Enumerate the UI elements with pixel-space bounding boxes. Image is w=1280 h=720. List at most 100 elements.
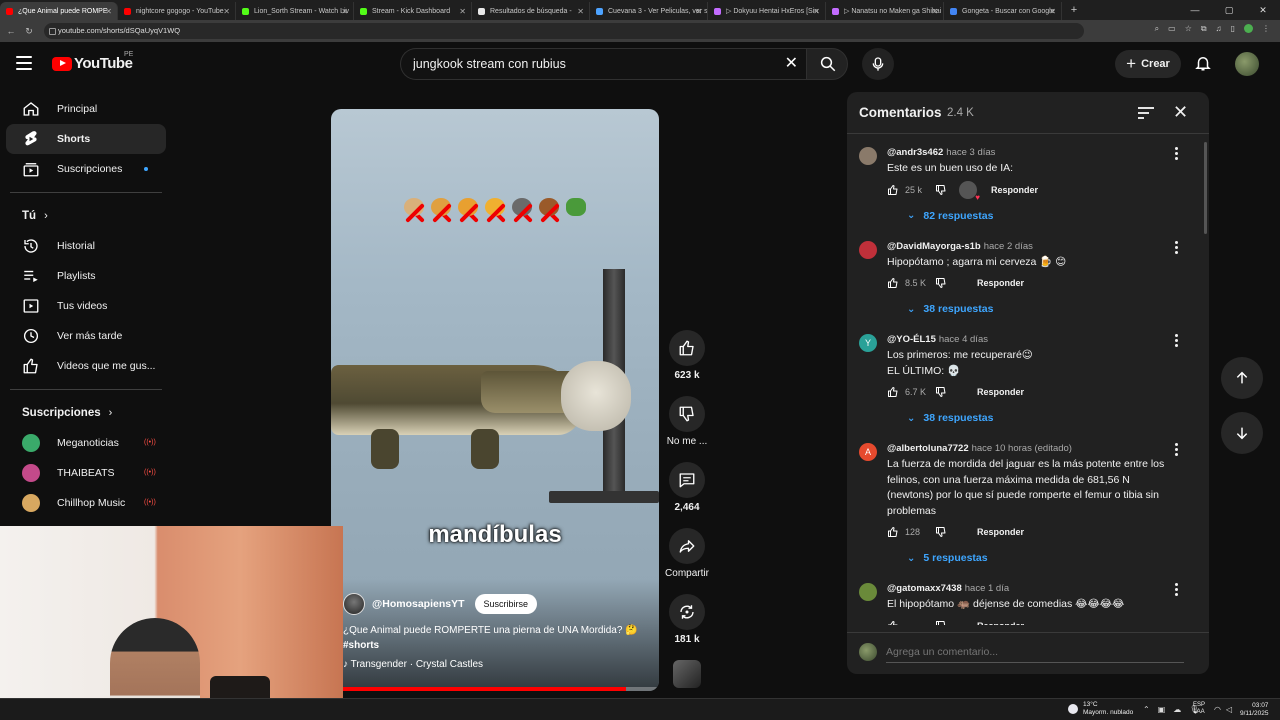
browser-tab[interactable]: Gongeta - Buscar con Google ✕ xyxy=(944,2,1062,20)
thumbs-down-icon[interactable] xyxy=(935,386,947,398)
cast-icon[interactable]: ▭ xyxy=(1168,24,1176,34)
sidebar-item-suscripciones[interactable]: Suscripciones xyxy=(6,154,166,184)
video-progress-bar[interactable] xyxy=(331,687,659,691)
close-window-button[interactable]: ✕ xyxy=(1246,0,1280,20)
comment-username[interactable]: @albertoluna7722 xyxy=(887,443,969,454)
shorts-video-player[interactable]: mandíbulas @HomosapiensYT Suscribirse ¿Q… xyxy=(331,109,659,691)
voice-search-button[interactable] xyxy=(862,48,894,80)
channel-name[interactable]: @HomosapiensYT xyxy=(372,598,465,610)
next-short-button[interactable] xyxy=(1221,412,1263,454)
video-title[interactable]: ¿Que Animal puede ROMPERTE una pierna de… xyxy=(343,623,648,653)
new-tab-button[interactable]: + xyxy=(1066,4,1082,16)
reply-button[interactable]: Responder xyxy=(977,527,1024,537)
view-replies-button[interactable]: ⌄ 5 respuestas xyxy=(887,545,1209,571)
thumbs-down-icon[interactable] xyxy=(935,277,947,289)
tab-close-icon[interactable]: ✕ xyxy=(459,7,466,16)
video-hashtag[interactable]: #shorts xyxy=(343,640,379,651)
thumbs-up-icon[interactable] xyxy=(887,386,899,398)
browser-tab[interactable]: ¿Que Animal puede ROMPE ✕ xyxy=(0,2,118,20)
sidebar-item-shorts[interactable]: Shorts xyxy=(6,124,166,154)
reply-button[interactable]: Responder xyxy=(977,387,1024,397)
comment-username[interactable]: @andr3s462 xyxy=(887,147,943,158)
browser-tab[interactable]: ▷ Nanatsu no Maken ga Shihai ✕ xyxy=(826,2,944,20)
sidebar-item-playlist[interactable]: Playlists xyxy=(6,261,166,291)
view-replies-button[interactable]: ⌄ 38 respuestas xyxy=(887,296,1209,322)
tab-close-icon[interactable]: ✕ xyxy=(223,7,230,16)
reload-icon[interactable]: ↻ xyxy=(22,26,36,37)
browser-tab[interactable]: Cuevana 3 - Ver Peliculas, ver s ✕ xyxy=(590,2,708,20)
notifications-bell-icon[interactable] xyxy=(1194,54,1212,72)
tab-close-icon[interactable]: ✕ xyxy=(577,7,584,16)
commenter-avatar[interactable]: Y xyxy=(859,334,877,352)
share-button[interactable] xyxy=(669,528,705,564)
comment-time[interactable]: hace 2 días xyxy=(984,241,1033,252)
remix-button[interactable] xyxy=(669,594,705,630)
like-button[interactable] xyxy=(669,330,705,366)
reply-button[interactable]: Responder xyxy=(977,621,1024,626)
extensions-icon[interactable]: ⧉ xyxy=(1201,24,1207,34)
maximize-button[interactable]: ▢ xyxy=(1212,0,1246,20)
comment-time[interactable]: hace 1 día xyxy=(965,583,1009,594)
profile-icon[interactable] xyxy=(1244,24,1253,33)
comment-more-icon[interactable] xyxy=(1171,443,1181,458)
comment-username[interactable]: @YO-ÉL15 xyxy=(887,334,936,345)
comment-time[interactable]: hace 3 días xyxy=(946,147,995,158)
sidebar-you-heading[interactable]: Tú › xyxy=(6,201,166,231)
close-comments-icon[interactable]: ✕ xyxy=(1173,102,1188,122)
comment-more-icon[interactable] xyxy=(1171,147,1181,162)
tray-chevron-icon[interactable]: ⌃ xyxy=(1143,705,1150,714)
menu-kebab-icon[interactable]: ⋮ xyxy=(1262,24,1270,34)
browser-tab[interactable]: nightcore gogogo - YouTube ✕ xyxy=(118,2,236,20)
sidebar-subscriptions-heading[interactable]: Suscripciones › xyxy=(6,398,166,428)
tab-close-icon[interactable]: ✕ xyxy=(695,7,702,16)
sidebar-item-principal[interactable]: Principal xyxy=(6,94,166,124)
sidebar-subscription-item[interactable]: Chillhop Music ((•)) xyxy=(6,488,166,518)
tray-app-icon[interactable]: ▣ xyxy=(1158,705,1166,714)
reply-button[interactable]: Responder xyxy=(991,185,1038,195)
browser-tab[interactable]: Resultados de búsqueda - ✕ xyxy=(472,2,590,20)
sidebar-subscription-item[interactable]: THAIBEATS ((•)) xyxy=(6,458,166,488)
sidebar-item-your-videos[interactable]: Tus videos xyxy=(6,291,166,321)
dislike-button[interactable] xyxy=(669,396,705,432)
commenter-avatar[interactable] xyxy=(859,240,877,259)
sidebar-subscription-item[interactable]: Meganoticias ((•)) xyxy=(6,428,166,458)
subscribe-button[interactable]: Suscribirse xyxy=(474,594,538,614)
sidebar-icon[interactable]: ▯ xyxy=(1231,24,1235,34)
comments-scrollbar[interactable] xyxy=(1204,142,1207,234)
thumbs-up-icon[interactable] xyxy=(887,277,899,289)
tab-close-icon[interactable]: ✕ xyxy=(105,7,112,16)
thumbs-up-icon[interactable] xyxy=(887,620,899,626)
volume-icon[interactable]: ◁ xyxy=(1226,705,1232,714)
youtube-logo[interactable]: YouTube PE xyxy=(52,51,133,72)
system-clock[interactable]: 03:07 9/11/2025 xyxy=(1240,702,1268,718)
thumbs-down-icon[interactable] xyxy=(935,526,947,538)
comment-time[interactable]: hace 10 horas (editado) xyxy=(972,443,1072,454)
sort-icon[interactable] xyxy=(1137,106,1155,120)
tab-close-icon[interactable]: ✕ xyxy=(341,7,348,16)
channel-avatar[interactable] xyxy=(343,593,365,615)
menu-icon[interactable] xyxy=(16,56,32,70)
comment-username[interactable]: @DavidMayorga-s1b xyxy=(887,241,981,252)
view-replies-button[interactable]: ⌄ 38 respuestas xyxy=(887,405,1209,431)
clear-search-icon[interactable]: ✕ xyxy=(785,55,798,73)
comments-button[interactable] xyxy=(669,462,705,498)
sidebar-item-watch-later[interactable]: Ver más tarde xyxy=(6,321,166,351)
search-input[interactable] xyxy=(401,49,761,79)
wifi-icon[interactable]: ◠ xyxy=(1214,705,1221,714)
tray-cloud-icon[interactable]: ☁ xyxy=(1173,705,1181,714)
minimize-button[interactable]: — xyxy=(1178,0,1212,20)
comment-username[interactable]: @gatomaxx7438 xyxy=(887,583,962,594)
search-button[interactable] xyxy=(806,48,848,80)
thumbs-up-icon[interactable] xyxy=(887,526,899,538)
view-replies-button[interactable]: ⌄ 82 respuestas xyxy=(887,203,1209,229)
comment-more-icon[interactable] xyxy=(1171,240,1181,256)
tab-close-icon[interactable]: ✕ xyxy=(931,7,938,16)
comment-time[interactable]: hace 4 días xyxy=(939,334,988,345)
comment-more-icon[interactable] xyxy=(1171,583,1181,598)
previous-short-button[interactable] xyxy=(1221,357,1263,399)
music-row[interactable]: ♪ Transgender · Crystal Castles xyxy=(343,659,483,670)
thumbs-down-icon[interactable] xyxy=(935,184,947,196)
sidebar-item-like[interactable]: Videos que me gus... xyxy=(6,351,166,381)
commenter-avatar[interactable] xyxy=(859,147,877,165)
commenter-avatar[interactable]: A xyxy=(859,443,877,461)
